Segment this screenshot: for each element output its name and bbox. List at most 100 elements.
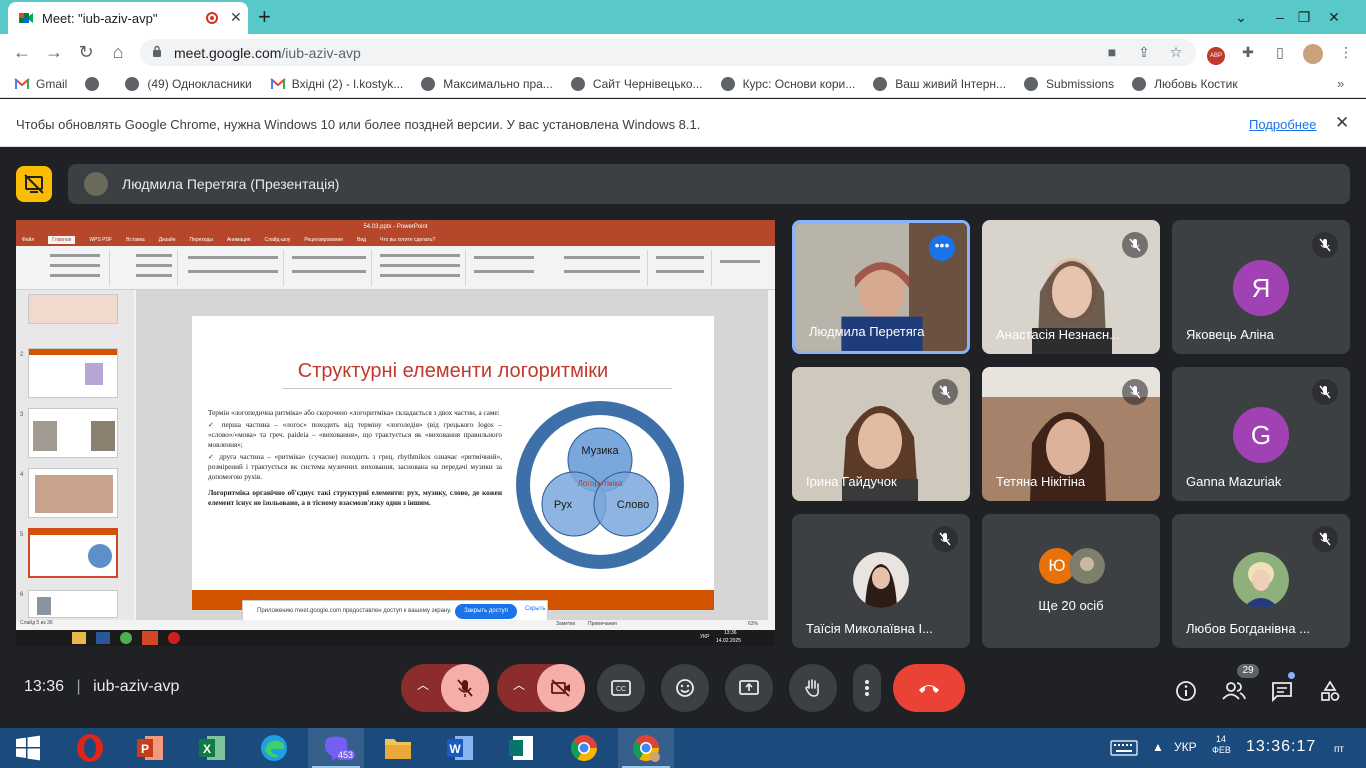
- input-language[interactable]: УКР: [1174, 740, 1197, 754]
- chrome-icon: [632, 735, 660, 762]
- leave-call-button[interactable]: [893, 664, 965, 712]
- presentation-bar: Людмила Перетяга (Презентація): [68, 164, 1350, 204]
- browser-tab-meet[interactable]: Meet: "iub-aziv-avp" ✕: [8, 2, 248, 34]
- bookmark-item[interactable]: Вхідні (2) - l.kostyk...: [270, 77, 403, 91]
- reactions-button[interactable]: [661, 664, 709, 712]
- bookmark-item[interactable]: Курс: Основи кори...: [720, 76, 855, 91]
- chrome-menu-icon[interactable]: ⋮: [1337, 44, 1355, 60]
- ppt-tab: Слайд-шоу: [264, 237, 291, 243]
- share-icon[interactable]: ⇪: [1135, 44, 1153, 60]
- participant-tile[interactable]: Ірина Гайдучок: [792, 367, 970, 501]
- shared-screen[interactable]: 54.03.pptx - PowerPoint Файл Главная WPS…: [16, 220, 775, 646]
- infobar-more-link[interactable]: Подробнее: [1249, 117, 1316, 132]
- stop-sharing-button[interactable]: Закрыть доступ: [455, 604, 517, 619]
- bookmark-item[interactable]: Submissions: [1024, 76, 1114, 91]
- more-options-button[interactable]: [853, 664, 881, 712]
- participant-tile[interactable]: Таїсія Миколаївна І...: [792, 514, 970, 648]
- camera-off-icon: [551, 679, 570, 697]
- slide-thumbnail[interactable]: [28, 294, 118, 324]
- taskbar-edge[interactable]: [246, 728, 302, 768]
- bookmark-item[interactable]: (49) Однокласники: [125, 76, 252, 91]
- more-options-icon[interactable]: •••: [929, 235, 955, 261]
- captions-button[interactable]: CC: [597, 664, 645, 712]
- camera-toggle-button[interactable]: [537, 664, 585, 712]
- slide-thumbnail[interactable]: [28, 408, 118, 458]
- restore-button[interactable]: ❐: [1288, 0, 1320, 34]
- slide-number: 4: [20, 472, 24, 478]
- ppt-tab: Главная: [48, 236, 76, 244]
- keyboard-icon[interactable]: [1110, 740, 1138, 759]
- meeting-code: iub-aziv-avp: [93, 678, 180, 695]
- bookmarks-overflow-icon[interactable]: »: [1337, 76, 1344, 91]
- taskbar-word[interactable]: W: [432, 728, 488, 768]
- presentation-toggle-button[interactable]: [16, 166, 52, 202]
- people-button[interactable]: [1221, 678, 1247, 704]
- others-tile[interactable]: Ю Ще 20 осіб: [982, 514, 1160, 648]
- participant-tile[interactable]: G Ganna Mazuriak: [1172, 367, 1350, 501]
- meeting-details-button[interactable]: [1173, 678, 1199, 704]
- taskbar-publisher[interactable]: [494, 728, 550, 768]
- taskbar-clock[interactable]: 13:36:17: [1246, 738, 1316, 756]
- new-tab-button[interactable]: +: [258, 4, 271, 30]
- home-button[interactable]: ⌂: [106, 42, 130, 63]
- raise-hand-button[interactable]: [789, 664, 837, 712]
- start-button[interactable]: [0, 728, 56, 768]
- taskbar-powerpoint[interactable]: P: [122, 728, 178, 768]
- participant-avatar-photo: [853, 552, 909, 608]
- mic-options-chevron-icon[interactable]: ︿: [417, 676, 429, 693]
- adblock-extension-icon[interactable]: ABP: [1207, 44, 1225, 65]
- slide-paragraph-bold: Логоритміка органічно об'єднує такі стру…: [208, 489, 502, 507]
- meeting-info-separator: |: [76, 678, 81, 695]
- mic-toggle-button[interactable]: [441, 664, 489, 712]
- globe-icon: [421, 76, 436, 91]
- participant-tile[interactable]: Тетяна Нікітіна: [982, 367, 1160, 501]
- participant-tile[interactable]: Любов Богданівна ...: [1172, 514, 1350, 648]
- address-bar[interactable]: meet.google.com/iub-aziv-avp: [140, 39, 1196, 66]
- tray-expand-icon[interactable]: ▲: [1152, 740, 1164, 754]
- bookmark-star-icon[interactable]: ☆: [1167, 44, 1185, 60]
- slide-thumbnail-selected[interactable]: [28, 528, 118, 578]
- bookmark-item[interactable]: Ваш живий Інтерн...: [873, 76, 1006, 91]
- chat-button[interactable]: [1269, 672, 1295, 704]
- back-button[interactable]: ←: [10, 42, 34, 63]
- forward-button[interactable]: →: [42, 42, 66, 63]
- participant-tile[interactable]: Я Яковець Аліна: [1172, 220, 1350, 354]
- chrome-tabstrip: Meet: "iub-aziv-avp" ✕ + ⌄ – ❐ ✕: [0, 0, 1366, 34]
- close-window-button[interactable]: ✕: [1318, 0, 1350, 34]
- camera-options-chevron-icon[interactable]: ︿: [513, 676, 525, 693]
- slide-thumbnail[interactable]: [28, 590, 118, 618]
- hide-popup-link[interactable]: Скрыть: [525, 606, 545, 612]
- side-panel-icon[interactable]: ▯: [1271, 44, 1289, 60]
- extensions-puzzle-icon[interactable]: ✚: [1239, 44, 1257, 60]
- taskbar-viber[interactable]: 453: [308, 728, 364, 768]
- globe-icon: [720, 76, 735, 91]
- activities-button[interactable]: [1317, 678, 1343, 704]
- infobar-close-icon[interactable]: ✕: [1335, 113, 1349, 133]
- bookmark-item[interactable]: Максимально пра...: [421, 76, 553, 91]
- profile-avatar[interactable]: [1303, 44, 1323, 64]
- taskbar-chrome[interactable]: [556, 728, 612, 768]
- camera-in-use-icon[interactable]: ■: [1103, 44, 1121, 60]
- slide-thumbnail[interactable]: [28, 468, 118, 518]
- bookmark-item[interactable]: Сайт Чернівецько...: [570, 76, 703, 91]
- word-icon: W: [447, 736, 473, 760]
- slide-thumbnail[interactable]: [28, 348, 118, 398]
- participant-tile[interactable]: ••• Людмила Перетяга: [792, 220, 970, 354]
- taskbar-opera[interactable]: [62, 728, 118, 768]
- bookmark-item[interactable]: Любовь Костик: [1132, 76, 1238, 91]
- ribbon-group: [20, 250, 110, 286]
- bookmark-item[interactable]: Gmail: [14, 77, 67, 91]
- ribbon-group: [180, 250, 284, 286]
- participant-name: Яковець Аліна: [1186, 327, 1274, 342]
- reload-button[interactable]: ↻: [74, 42, 98, 63]
- taskbar-chrome-profile[interactable]: [618, 728, 674, 768]
- bookmark-item[interactable]: [85, 76, 107, 91]
- participant-avatar-letter: Я: [1233, 260, 1289, 316]
- url-path: /iub-aziv-avp: [281, 44, 361, 61]
- participant-tile[interactable]: Анастасія Незнаєн...: [982, 220, 1160, 354]
- present-now-button[interactable]: [725, 664, 773, 712]
- tab-close-icon[interactable]: ✕: [230, 9, 242, 26]
- taskbar-file-explorer[interactable]: [370, 728, 426, 768]
- tab-search-chevron-icon[interactable]: ⌄: [1225, 0, 1257, 34]
- taskbar-excel[interactable]: X: [184, 728, 240, 768]
